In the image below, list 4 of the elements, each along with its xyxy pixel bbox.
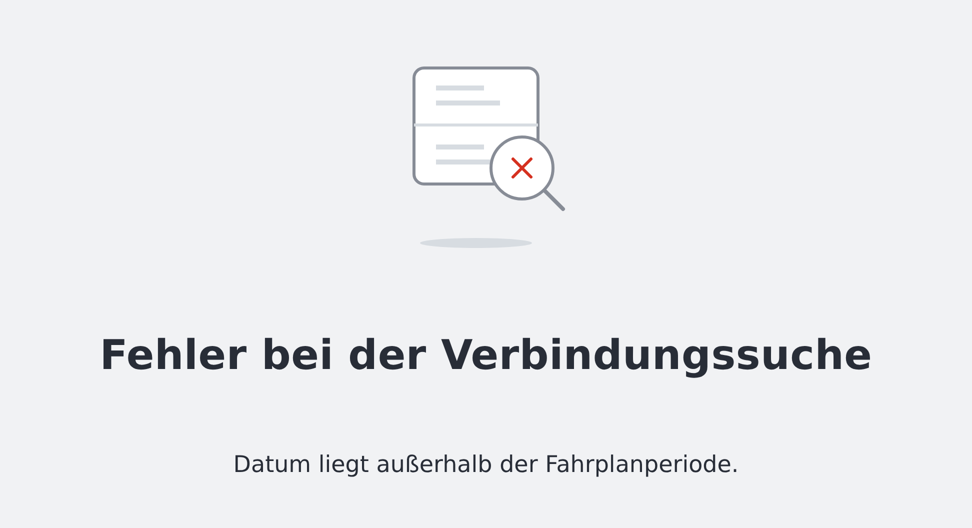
error-message: Datum liegt außerhalb der Fahrplanperiode.: [233, 451, 739, 480]
error-title: Fehler bei der Verbindungssuche: [100, 330, 872, 380]
shadow-icon: [420, 238, 532, 248]
document-search-icon: [412, 66, 565, 211]
